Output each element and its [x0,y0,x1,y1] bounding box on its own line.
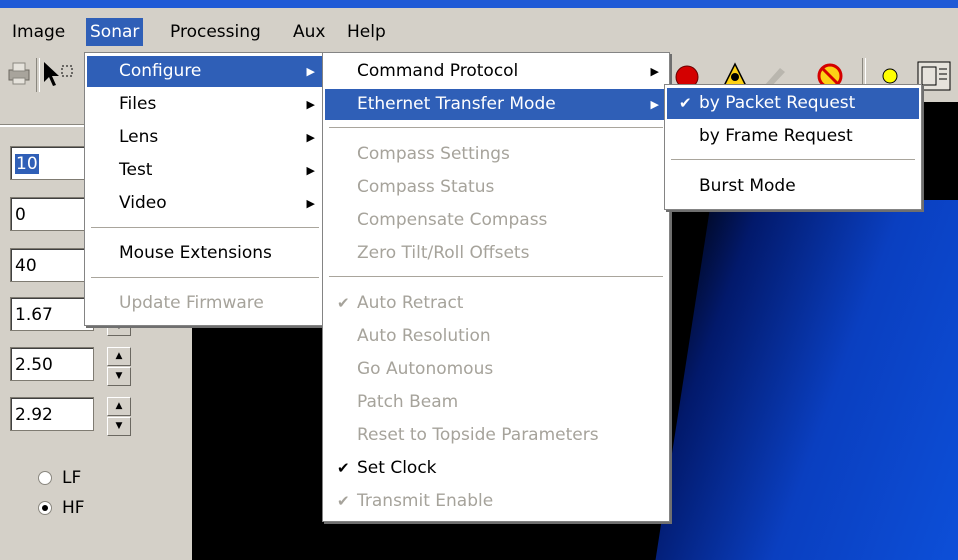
submenu-arrow-icon: ▶ [650,65,659,78]
menu-item-auto-resolution: Auto Resolution [357,326,491,346]
checkmark-icon: ✔ [337,294,350,312]
menu-item-by-frame-request[interactable]: by Frame Request [667,121,919,152]
menu-item-label: Ethernet Transfer Mode [357,94,556,114]
submenu-arrow-icon: ▶ [306,65,315,78]
menu-item-video[interactable]: Video ▶ [87,188,323,219]
radio-button-icon[interactable] [38,501,52,515]
menu-item-compass-status: Compass Status [357,177,495,197]
spin-down-icon[interactable]: ▼ [107,417,131,436]
menu-aux[interactable]: Aux [289,18,329,46]
submenu-arrow-icon: ▶ [306,164,315,177]
parameter-value: 10 [15,154,39,174]
menu-item-label: Lens [119,127,159,147]
menu-item-command-protocol[interactable]: Command Protocol ▶ [325,56,667,87]
menu-item-set-clock[interactable]: ✔ Set Clock [325,453,667,484]
menu-bar: Image Sonar Processing Aux Help [0,8,958,51]
parameter-field-1[interactable]: 10 [10,146,94,180]
menu-item-label: Files [119,94,157,114]
radio-hf[interactable]: HF [38,496,85,520]
pointer-tool-icon[interactable] [40,60,80,88]
menu-item-lens[interactable]: Lens ▶ [87,122,323,153]
menu-separator [329,127,663,129]
menu-item-label: Test [119,160,153,180]
menu-item-label: Configure [119,61,202,81]
configure-submenu: Command Protocol ▶ Ethernet Transfer Mode… [322,52,670,522]
spin-up-icon[interactable]: ▲ [107,397,131,416]
menu-help[interactable]: Help [343,18,390,46]
menu-item-burst-mode[interactable]: Burst Mode [667,171,919,202]
submenu-arrow-icon: ▶ [306,131,315,144]
menu-image[interactable]: Image [8,18,69,46]
menu-item-configure[interactable]: Configure ▶ [87,56,323,87]
menu-item-transmit-enable: ✔ Transmit Enable [325,486,667,517]
menu-item-patch-beam: Patch Beam [357,392,459,412]
menu-item-test[interactable]: Test ▶ [87,155,323,186]
parameter-field-5[interactable]: 2.50 [10,347,94,381]
spin-control[interactable]: ▲▼ [107,347,133,386]
menu-item-ethernet-transfer-mode[interactable]: Ethernet Transfer Mode ▶ [325,89,667,120]
spin-down-icon[interactable]: ▼ [107,367,131,386]
menu-separator [91,227,319,229]
radio-label: HF [62,498,85,518]
radio-label: LF [62,468,82,488]
menu-item-zero-tilt-roll-offsets: Zero Tilt/Roll Offsets [357,243,530,263]
menu-item-label: Command Protocol [357,61,519,81]
menu-item-mouse-extensions[interactable]: Mouse Extensions [87,238,323,269]
menu-item-label: Video [119,193,167,213]
menu-separator [671,159,915,161]
spin-control[interactable]: ▲▼ [107,397,133,436]
radio-button-icon[interactable] [38,471,52,485]
menu-item-label: Auto Retract [357,293,464,313]
menu-item-compensate-compass: Compensate Compass [357,210,548,230]
menu-item-compass-settings: Compass Settings [357,144,510,164]
radio-lf[interactable]: LF [38,466,81,490]
menu-item-auto-retract: ✔ Auto Retract [325,288,667,319]
parameter-field-6[interactable]: 2.92 [10,397,94,431]
menu-sonar[interactable]: Sonar [86,18,144,46]
checkmark-icon: ✔ [337,492,350,510]
parameter-field-4[interactable]: 1.67 [10,297,94,331]
menu-item-label: Set Clock [357,458,437,478]
sonar-menu: Configure ▶ Files ▶ Lens ▶ Test ▶ Video ▶ Mou… [84,52,326,326]
menu-separator [91,277,319,279]
spin-up-icon[interactable]: ▲ [107,347,131,366]
ethernet-transfer-submenu: ✔ by Packet Request by Frame Request Burs… [664,84,922,210]
menu-item-go-autonomous: Go Autonomous [357,359,494,379]
checkmark-icon: ✔ [337,459,350,477]
menu-item-label: Transmit Enable [357,491,494,511]
menu-processing[interactable]: Processing [166,18,265,46]
title-bar-strip [0,0,958,8]
parameter-field-3[interactable]: 40 [10,248,94,282]
menu-item-by-packet-request[interactable]: ✔ by Packet Request [667,88,919,119]
printer-icon[interactable] [6,60,32,86]
submenu-arrow-icon: ▶ [306,98,315,111]
menu-separator [329,276,663,278]
checkmark-icon: ✔ [679,94,692,112]
submenu-arrow-icon: ▶ [650,98,659,111]
menu-item-label: by Packet Request [699,93,856,113]
menu-item-update-firmware: Update Firmware [119,293,264,313]
submenu-arrow-icon: ▶ [306,197,315,210]
menu-item-reset-topside-parameters: Reset to Topside Parameters [357,425,599,445]
menu-item-files[interactable]: Files ▶ [87,89,323,120]
parameter-field-2[interactable]: 0 [10,197,94,231]
